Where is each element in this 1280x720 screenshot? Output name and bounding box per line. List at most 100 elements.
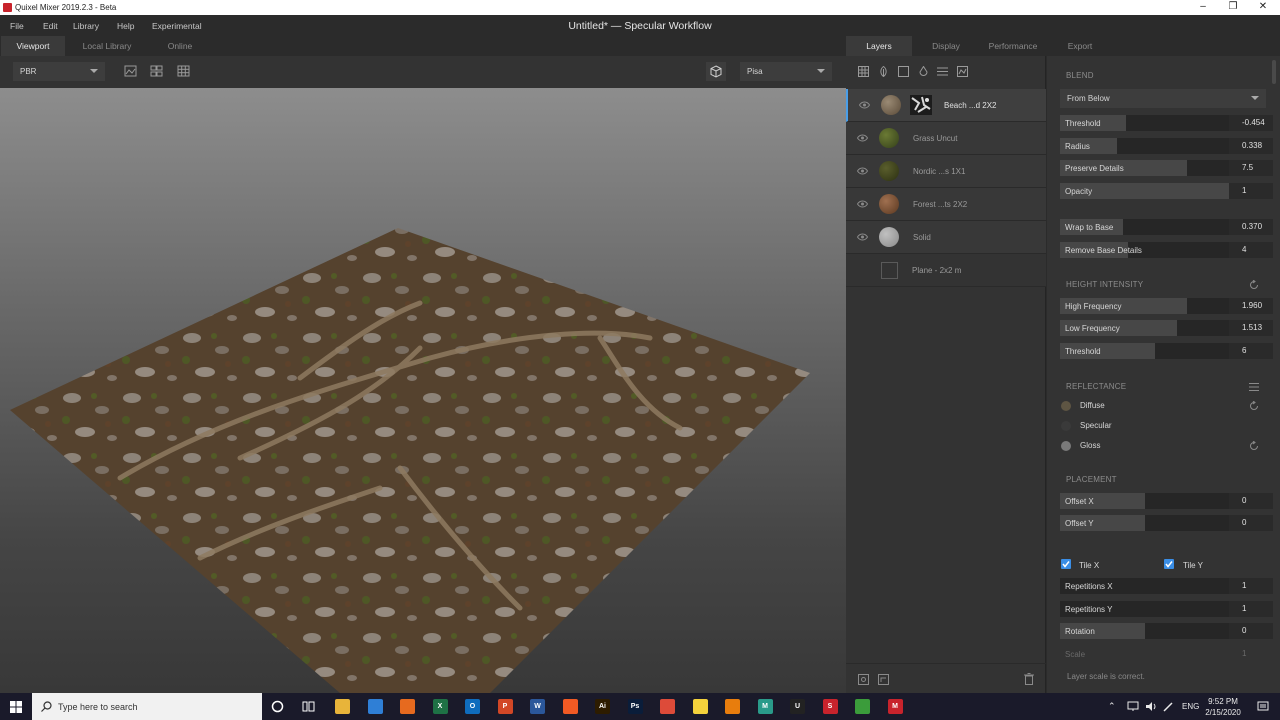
blend-mode-dropdown[interactable]: From Below bbox=[1060, 89, 1266, 108]
layer-row[interactable]: Beach ...d 2X2 bbox=[846, 89, 1046, 122]
input-language[interactable]: ENG bbox=[1182, 702, 1199, 711]
tab-local-library[interactable]: Local Library bbox=[74, 36, 140, 56]
mask-thumbnail[interactable] bbox=[910, 95, 932, 115]
remove-base-details-slider[interactable]: Remove Base Details 4 bbox=[1060, 242, 1273, 258]
threshold-slider[interactable]: Threshold -0.454 bbox=[1060, 115, 1273, 131]
slider-value-field[interactable]: 0.338 bbox=[1229, 138, 1273, 154]
slider-value-field[interactable]: 1.513 bbox=[1229, 320, 1273, 336]
tab-viewport[interactable]: Viewport bbox=[1, 36, 65, 56]
mesh-row[interactable]: Plane - 2x2 m bbox=[846, 254, 1046, 287]
reset-icon[interactable] bbox=[1249, 441, 1259, 451]
preserve-details-slider[interactable]: Preserve Details 7.5 bbox=[1060, 160, 1273, 176]
taskbar-search-box[interactable]: Type here to search bbox=[32, 693, 262, 720]
eye-icon[interactable] bbox=[859, 101, 870, 109]
image-icon[interactable] bbox=[124, 65, 137, 77]
repetitions-x-slider[interactable]: Repetitions X 1 bbox=[1060, 578, 1273, 594]
rotation-slider[interactable]: Rotation 0 bbox=[1060, 623, 1273, 639]
slider-value-field[interactable]: 0 bbox=[1229, 623, 1273, 639]
slider-value-field[interactable]: 4 bbox=[1229, 242, 1273, 258]
tab-online[interactable]: Online bbox=[148, 36, 212, 56]
eye-icon[interactable] bbox=[857, 233, 868, 241]
green-app-icon[interactable] bbox=[855, 699, 870, 714]
start-button[interactable] bbox=[0, 693, 32, 720]
eye-icon[interactable] bbox=[857, 134, 868, 142]
firefox-icon[interactable] bbox=[400, 699, 415, 714]
slider-value-field[interactable]: 0 bbox=[1229, 515, 1273, 531]
tile-x-checkbox[interactable] bbox=[1061, 559, 1071, 569]
cortana-icon[interactable] bbox=[271, 700, 284, 713]
reset-icon[interactable] bbox=[1249, 401, 1259, 411]
color-swatch[interactable] bbox=[1061, 401, 1071, 411]
maximize-button[interactable]: ❐ bbox=[1222, 1, 1244, 13]
slider-value-field[interactable]: -0.454 bbox=[1229, 115, 1273, 131]
trash-icon[interactable] bbox=[1024, 673, 1034, 685]
diffuse-row[interactable]: Diffuse bbox=[1060, 399, 1270, 413]
layer-row[interactable]: Nordic ...s 1X1 bbox=[846, 155, 1046, 188]
clock[interactable]: 9:52 PM 2/15/2020 bbox=[1200, 696, 1246, 718]
grid-3x3-icon[interactable] bbox=[177, 65, 190, 77]
3d-viewport[interactable] bbox=[0, 88, 846, 693]
unreal-icon[interactable]: U bbox=[790, 699, 805, 714]
outlook-icon[interactable]: O bbox=[465, 699, 480, 714]
add-fill-layer-icon[interactable] bbox=[918, 66, 929, 77]
tab-layers[interactable]: Layers bbox=[846, 36, 912, 56]
gloss-row[interactable]: Gloss bbox=[1060, 439, 1270, 453]
slider-value-field[interactable]: 1 bbox=[1229, 578, 1273, 594]
add-smart-material-icon[interactable] bbox=[957, 66, 968, 77]
layer-row[interactable]: Forest ...ts 2X2 bbox=[846, 188, 1046, 221]
slider-value-field[interactable]: 1 bbox=[1229, 183, 1273, 199]
scrollbar-thumb[interactable] bbox=[1272, 60, 1276, 84]
minimize-button[interactable]: – bbox=[1192, 1, 1214, 13]
task-view-icon[interactable] bbox=[302, 700, 315, 713]
opacity-slider[interactable]: Opacity 1 bbox=[1060, 183, 1273, 199]
layer-row[interactable]: Grass Uncut bbox=[846, 122, 1046, 155]
reset-icon[interactable] bbox=[1249, 280, 1259, 290]
illustrator-icon[interactable]: Ai bbox=[595, 699, 610, 714]
menu-icon[interactable] bbox=[1249, 382, 1259, 392]
network-icon[interactable] bbox=[1127, 701, 1139, 712]
substance-icon[interactable]: S bbox=[822, 699, 838, 714]
color-swatch[interactable] bbox=[1061, 421, 1071, 431]
sticky-notes-icon[interactable] bbox=[692, 699, 708, 714]
wrap-to-base-slider[interactable]: Wrap to Base 0.370 bbox=[1060, 219, 1273, 235]
pen-icon[interactable] bbox=[1162, 701, 1174, 712]
slider-value-field[interactable]: 1.960 bbox=[1229, 298, 1273, 314]
chevron-up-icon[interactable]: ⌃ bbox=[1108, 701, 1116, 712]
slider-value-field[interactable]: 1 bbox=[1229, 601, 1273, 617]
specular-row[interactable]: Specular bbox=[1060, 419, 1270, 433]
store-icon[interactable] bbox=[367, 699, 383, 714]
tile-y-checkbox[interactable] bbox=[1164, 559, 1174, 569]
tab-export[interactable]: Export bbox=[1052, 36, 1108, 56]
height-threshold-slider[interactable]: Threshold 6 bbox=[1060, 343, 1273, 359]
environment-dropdown[interactable]: Pisa bbox=[740, 62, 832, 81]
low-frequency-slider[interactable]: Low Frequency 1.513 bbox=[1060, 320, 1273, 336]
notifications-icon[interactable] bbox=[1257, 701, 1269, 712]
repetitions-y-slider[interactable]: Repetitions Y 1 bbox=[1060, 601, 1273, 617]
slider-value-field[interactable]: 0 bbox=[1229, 493, 1273, 509]
slider-value-field[interactable]: 7.5 bbox=[1229, 160, 1273, 176]
quixel-mixer-icon[interactable]: M bbox=[887, 699, 903, 714]
eye-icon[interactable] bbox=[857, 167, 868, 175]
tab-performance[interactable]: Performance bbox=[980, 36, 1046, 56]
powerpoint-icon[interactable]: P bbox=[497, 699, 513, 714]
word-icon[interactable]: W bbox=[530, 699, 545, 714]
add-mask-icon[interactable] bbox=[878, 674, 889, 685]
mixer-m-icon[interactable]: M bbox=[757, 699, 773, 714]
eye-icon[interactable] bbox=[857, 200, 868, 208]
close-button[interactable]: ✕ bbox=[1252, 1, 1274, 13]
offset-y-slider[interactable]: Offset Y 0 bbox=[1060, 515, 1273, 531]
render-mode-dropdown[interactable]: PBR bbox=[13, 62, 105, 81]
file-explorer-icon[interactable] bbox=[335, 699, 350, 714]
slider-value-field[interactable]: 0.370 bbox=[1229, 219, 1273, 235]
add-paint-layer-icon[interactable] bbox=[878, 66, 889, 77]
volume-icon[interactable] bbox=[1145, 701, 1157, 712]
layer-row[interactable]: Solid bbox=[846, 221, 1046, 254]
tab-display[interactable]: Display bbox=[916, 36, 976, 56]
slider-value-field[interactable]: 6 bbox=[1229, 343, 1273, 359]
grid-2x2-icon[interactable] bbox=[150, 65, 163, 77]
add-adjustment-layer-icon[interactable] bbox=[937, 66, 948, 77]
mesh-selector-button[interactable] bbox=[706, 62, 726, 81]
radius-slider[interactable]: Radius 0.338 bbox=[1060, 138, 1273, 154]
brave-icon[interactable] bbox=[562, 699, 578, 714]
photoshop-icon[interactable]: Ps bbox=[627, 699, 643, 714]
